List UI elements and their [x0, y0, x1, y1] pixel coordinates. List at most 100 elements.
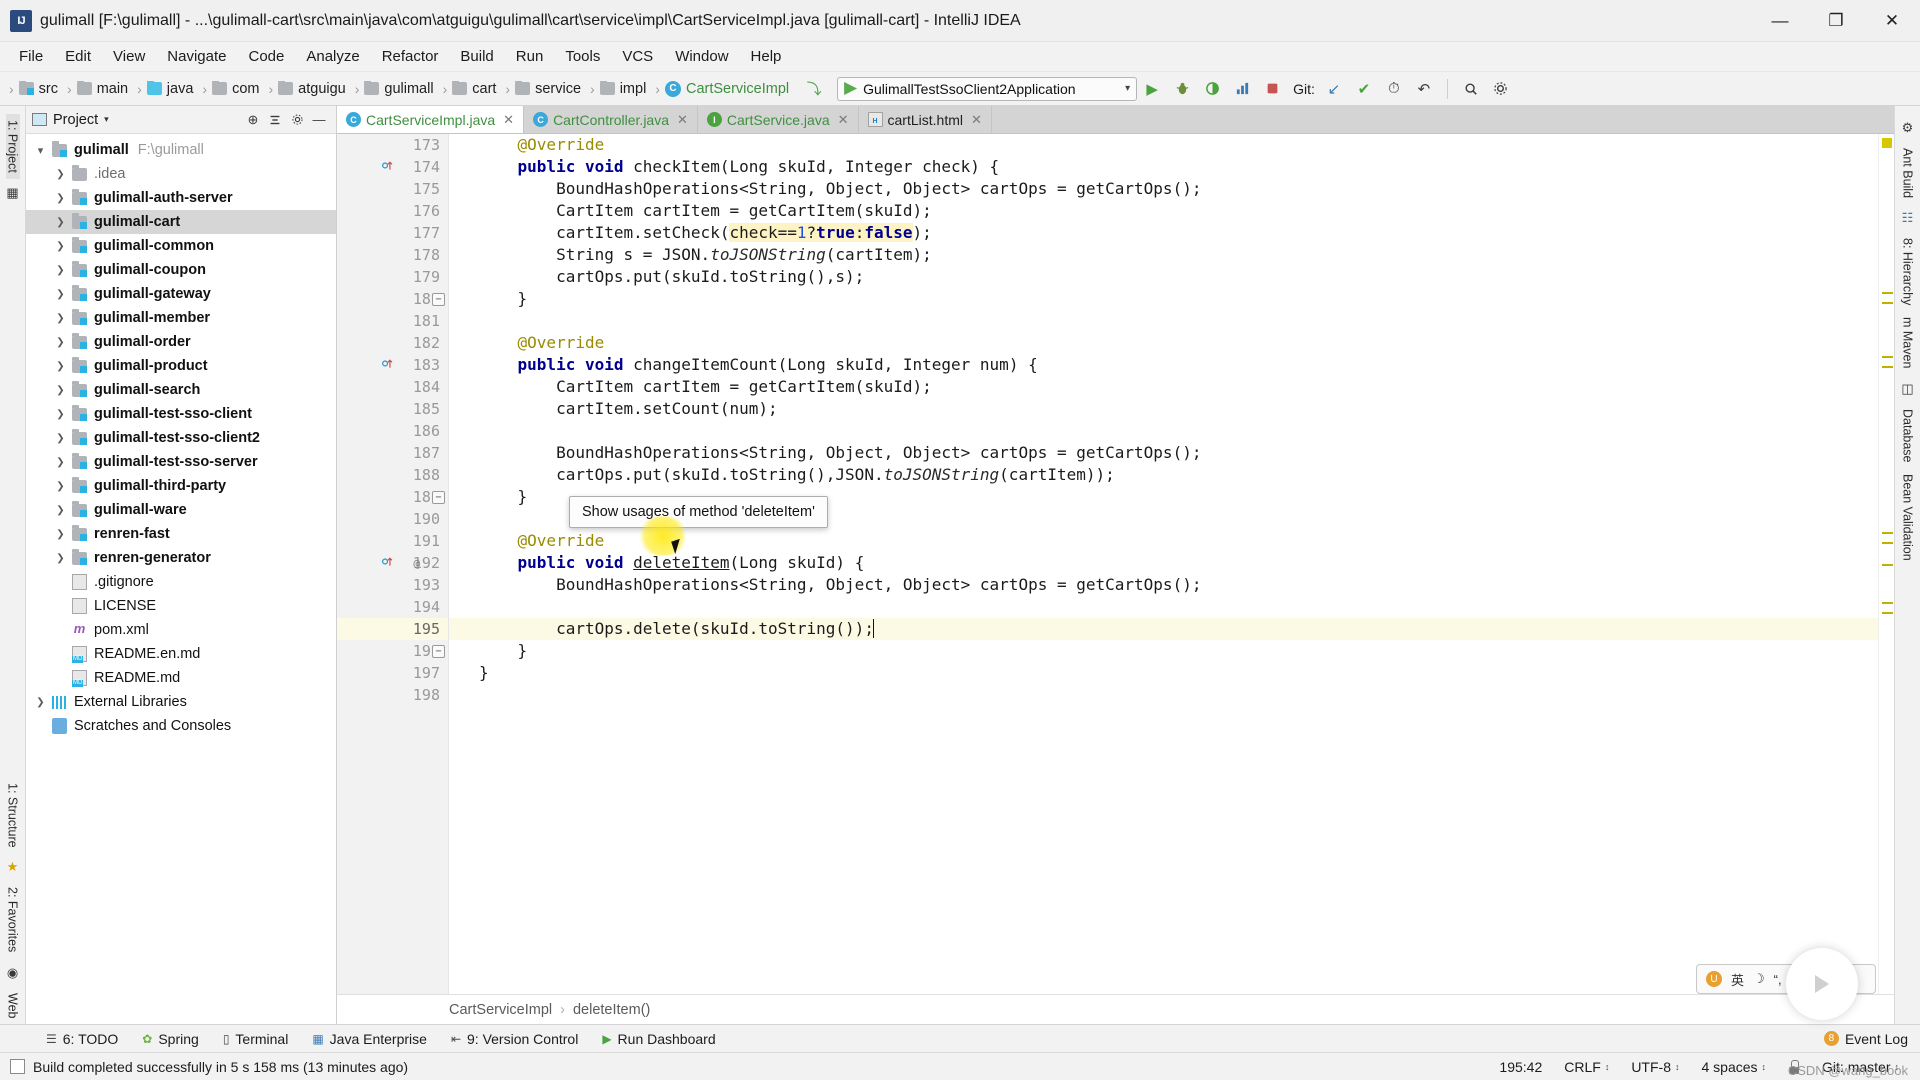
tool-window-version-control[interactable]: ⇤ 9: Version Control [439, 1031, 590, 1047]
error-stripe[interactable] [1878, 134, 1894, 994]
line-separator-selector[interactable]: CRLF ↕ [1553, 1059, 1620, 1075]
tool-window-spring[interactable]: ✿ Spring [130, 1031, 211, 1047]
ime-mode-label[interactable]: 英 [1731, 970, 1744, 989]
code-line[interactable] [449, 310, 1878, 332]
ime-moon-icon[interactable]: ☽ [1753, 971, 1765, 987]
crumb-atguigu[interactable]: › atguigu [261, 80, 347, 97]
tool-window-database[interactable]: Database [1901, 403, 1915, 469]
fold-region-icon[interactable]: − [432, 490, 445, 504]
code-line[interactable] [449, 596, 1878, 618]
chevron-right-icon[interactable] [52, 528, 69, 540]
tree-node[interactable]: gulimall F:\gulimall [26, 138, 336, 162]
tool-window-ant-build[interactable]: Ant Build [1901, 142, 1915, 204]
chevron-right-icon[interactable] [52, 240, 69, 252]
tool-window-web[interactable]: Web [6, 987, 20, 1024]
menu-code[interactable]: Code [237, 45, 295, 68]
code-line[interactable]: public void deleteItem(Long skuId) { [449, 552, 1878, 574]
implementing-method-icon[interactable] [381, 357, 394, 373]
code-line[interactable]: CartItem cartItem = getCartItem(skuId); [449, 376, 1878, 398]
vcs-commit-icon[interactable]: ✔ [1351, 76, 1377, 102]
tree-node[interactable]: gulimall-search [26, 378, 336, 402]
chevron-right-icon[interactable] [52, 216, 69, 228]
chevron-right-icon[interactable] [52, 168, 69, 180]
tree-node[interactable]: .gitignore [26, 570, 336, 594]
event-log-button[interactable]: 8 Event Log [1812, 1031, 1920, 1047]
menu-analyze[interactable]: Analyze [295, 45, 370, 68]
crumb-main[interactable]: › main [60, 80, 130, 97]
ant-build-icon[interactable]: ⚙ [1902, 120, 1914, 136]
tree-node[interactable]: gulimall-common [26, 234, 336, 258]
tool-window-hierarchy[interactable]: 8: Hierarchy [1901, 232, 1915, 311]
minimize-icon[interactable]: — [1752, 0, 1808, 42]
status-memory-icon[interactable] [10, 1059, 25, 1074]
crumb-src[interactable]: › src [2, 80, 60, 97]
debug-button[interactable] [1169, 76, 1195, 102]
hierarchy-icon[interactable]: ☷ [1902, 210, 1914, 226]
hide-panel-icon[interactable]: — [308, 109, 330, 131]
close-icon[interactable]: ✕ [677, 112, 688, 128]
code-line[interactable]: cartOps.put(skuId.toString(),s); [449, 266, 1878, 288]
code-line[interactable] [449, 684, 1878, 706]
tool-window-java-enterprise[interactable]: ▦ Java Enterprise [300, 1031, 439, 1047]
tree-node[interactable]: gulimall-auth-server [26, 186, 336, 210]
profile-button[interactable] [1229, 76, 1255, 102]
gutter-line[interactable]: 175 [337, 178, 448, 200]
tree-node[interactable]: renren-generator [26, 546, 336, 570]
video-overlay-bubble[interactable] [1786, 948, 1858, 1020]
gutter-line[interactable]: 197 [337, 662, 448, 684]
gutter-line[interactable]: 187 [337, 442, 448, 464]
code-line[interactable]: } [449, 288, 1878, 310]
crumb-impl[interactable]: › impl [583, 80, 648, 97]
tree-node[interactable]: gulimall-third-party [26, 474, 336, 498]
gutter-line[interactable]: 189− [337, 486, 448, 508]
code-line[interactable]: BoundHashOperations<String, Object, Obje… [449, 442, 1878, 464]
tree-node[interactable]: gulimall-coupon [26, 258, 336, 282]
tree-node[interactable]: gulimall-member [26, 306, 336, 330]
chevron-right-icon[interactable] [52, 384, 69, 396]
gutter-line[interactable]: 184 [337, 376, 448, 398]
search-everywhere-icon[interactable] [1458, 76, 1484, 102]
tool-window-structure-visible[interactable]: 1: Structure [6, 777, 20, 854]
chevron-right-icon[interactable] [52, 504, 69, 516]
chevron-right-icon[interactable] [52, 360, 69, 372]
maximize-icon[interactable]: ❐ [1808, 0, 1864, 42]
menu-navigate[interactable]: Navigate [156, 45, 237, 68]
tree-node[interactable]: gulimall-cart [26, 210, 336, 234]
gutter-line[interactable]: 195 [337, 618, 448, 640]
caret-position[interactable]: 195:42 [1488, 1059, 1553, 1075]
tree-node[interactable]: m pom.xml [26, 618, 336, 642]
chevron-right-icon[interactable] [52, 456, 69, 468]
chevron-right-icon[interactable] [52, 264, 69, 276]
close-icon[interactable]: ✕ [1864, 0, 1920, 42]
chevron-right-icon[interactable] [52, 288, 69, 300]
menu-file[interactable]: File [8, 45, 54, 68]
gutter-line[interactable]: 186 [337, 420, 448, 442]
close-icon[interactable]: ✕ [503, 112, 514, 128]
gutter-line[interactable]: 178 [337, 244, 448, 266]
code-line[interactable]: BoundHashOperations<String, Object, Obje… [449, 178, 1878, 200]
favorites-star-icon[interactable]: ★ [7, 859, 19, 875]
tab-cartcontroller[interactable]: C CartController.java ✕ [524, 106, 698, 133]
menu-vcs[interactable]: VCS [611, 45, 664, 68]
tool-window-todo[interactable]: ☰ 6: TODO [34, 1031, 130, 1047]
web-icon[interactable]: ◉ [7, 965, 18, 981]
footer-crumb-method[interactable]: deleteItem() [573, 1002, 650, 1018]
fold-region-icon[interactable]: − [432, 292, 445, 306]
footer-crumb-class[interactable]: CartServiceImpl [449, 1002, 552, 1018]
ime-punctuation-icon[interactable]: “, [1774, 972, 1782, 987]
tool-window-run-dashboard[interactable]: ▶ Run Dashboard [590, 1031, 727, 1047]
crumb-cartserviceimpl[interactable]: › C CartServiceImpl [648, 80, 791, 97]
chevron-right-icon[interactable] [52, 192, 69, 204]
encoding-selector[interactable]: UTF-8 ↕ [1620, 1059, 1690, 1075]
inspection-status-icon[interactable] [1882, 138, 1892, 148]
tab-cartserviceimpl[interactable]: C CartServiceImpl.java ✕ [337, 106, 525, 133]
crumb-com[interactable]: › com [195, 80, 261, 97]
gutter-line[interactable]: 180− [337, 288, 448, 310]
database-icon[interactable]: ◫ [1901, 381, 1913, 397]
tree-node[interactable]: gulimall-test-sso-client2 [26, 426, 336, 450]
tree-node[interactable]: README.md [26, 666, 336, 690]
run-button[interactable]: ▶ [1139, 76, 1165, 102]
gutter-line[interactable]: 182 [337, 332, 448, 354]
gutter-line[interactable]: 191 [337, 530, 448, 552]
tab-cartservice[interactable]: I CartService.java ✕ [697, 106, 859, 133]
